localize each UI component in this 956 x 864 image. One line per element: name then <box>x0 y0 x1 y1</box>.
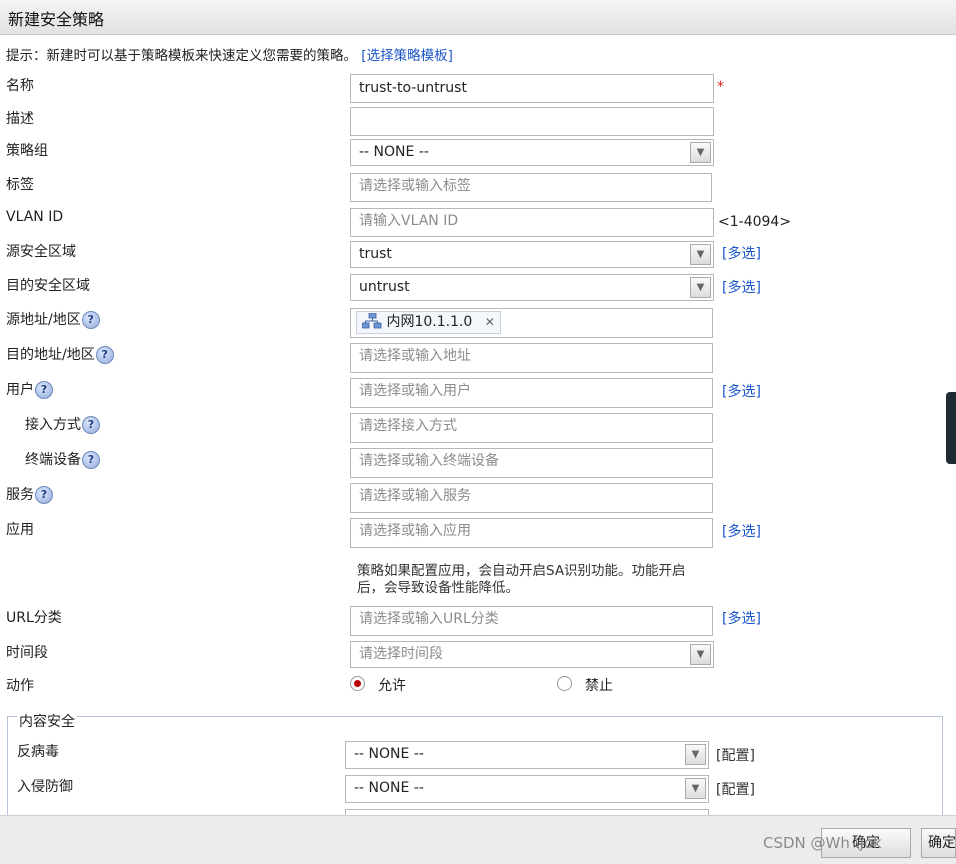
name-label: 名称 <box>6 78 34 94</box>
dst-addr-text: 目的地址/地区 <box>6 347 95 363</box>
chevron-down-icon[interactable]: ▼ <box>690 277 711 298</box>
application-label: 应用 <box>6 522 34 538</box>
src-addr-text: 源地址/地区 <box>6 312 81 328</box>
chevron-down-icon[interactable]: ▼ <box>685 778 706 799</box>
dst-zone-label: 目的安全区域 <box>6 278 90 294</box>
description-label: 描述 <box>6 111 34 127</box>
name-input[interactable]: trust-to-untrust <box>350 74 714 103</box>
help-icon[interactable]: ? <box>35 381 53 399</box>
action-label: 动作 <box>6 678 34 694</box>
vlan-input[interactable]: 请输入VLAN ID <box>350 208 714 237</box>
application-multi-link[interactable]: [多选] <box>722 521 761 541</box>
help-icon[interactable]: ? <box>82 416 100 434</box>
dst-zone-value: untrust <box>359 279 410 295</box>
close-icon[interactable]: ✕ <box>485 315 495 329</box>
allow-label[interactable]: 允许 <box>378 675 406 695</box>
url-label: URL分类 <box>6 610 62 626</box>
ok-button-secondary[interactable]: 确定 <box>921 828 956 858</box>
side-panel-handle[interactable] <box>946 392 956 464</box>
help-icon[interactable]: ? <box>35 486 53 504</box>
application-input[interactable]: 请选择或输入应用 <box>350 518 713 548</box>
ips-select[interactable]: -- NONE -- ▼ <box>345 775 709 803</box>
policy-group-select[interactable]: -- NONE -- ▼ <box>350 139 714 166</box>
url-input[interactable]: 请选择或输入URL分类 <box>350 606 713 636</box>
time-placeholder: 请选择时间段 <box>359 646 443 662</box>
select-template-link[interactable]: [选择策略模板] <box>361 48 453 64</box>
help-icon[interactable]: ? <box>95 346 114 364</box>
help-icon[interactable]: ? <box>82 451 100 469</box>
dialog-titlebar: 新建安全策略 <box>0 0 956 35</box>
access-mode-label: 接入方式? <box>25 414 100 434</box>
tag-label: 标签 <box>6 177 34 193</box>
user-label: 用户? <box>6 379 53 399</box>
src-addr-tag: 内网10.1.1.0 ✕ <box>356 311 501 334</box>
src-addr-label: 源地址/地区? <box>6 309 100 329</box>
ips-label: 入侵防御 <box>17 779 73 795</box>
application-note-line2: 后，会导致设备性能降低。 <box>357 580 519 596</box>
required-mark: * <box>717 79 724 95</box>
antivirus-value: -- NONE -- <box>354 746 424 762</box>
src-zone-label: 源安全区域 <box>6 244 76 260</box>
policy-group-value: -- NONE -- <box>359 144 429 160</box>
vlan-label: VLAN ID <box>6 209 64 225</box>
url-multi-link[interactable]: [多选] <box>722 608 761 628</box>
terminal-label: 终端设备? <box>25 449 100 469</box>
policy-group-label: 策略组 <box>6 143 48 159</box>
deny-label[interactable]: 禁止 <box>585 675 613 695</box>
antivirus-config-link[interactable]: [配置] <box>716 745 755 765</box>
user-multi-link[interactable]: [多选] <box>722 381 761 401</box>
deny-radio[interactable] <box>557 676 572 691</box>
network-icon <box>361 312 382 329</box>
terminal-text: 终端设备 <box>25 452 81 468</box>
vlan-range: <1-4094> <box>718 214 792 230</box>
terminal-input[interactable]: 请选择或输入终端设备 <box>350 448 713 478</box>
service-label: 服务? <box>6 484 53 504</box>
help-icon[interactable]: ? <box>81 311 100 329</box>
src-addr-input[interactable]: 内网10.1.1.0 ✕ <box>350 308 713 338</box>
content-security-legend: 内容安全 <box>17 711 77 731</box>
ips-config-link[interactable]: [配置] <box>716 779 755 799</box>
access-mode-input[interactable]: 请选择接入方式 <box>350 413 713 443</box>
allow-radio[interactable] <box>350 676 365 691</box>
service-input[interactable]: 请选择或输入服务 <box>350 483 713 513</box>
chevron-down-icon[interactable]: ▼ <box>690 244 711 265</box>
src-zone-multi-link[interactable]: [多选] <box>722 243 761 263</box>
time-select[interactable]: 请选择时间段 ▼ <box>350 641 714 668</box>
user-input[interactable]: 请选择或输入用户 <box>350 378 713 408</box>
tag-input[interactable]: 请选择或输入标签 <box>350 173 712 202</box>
ips-value: -- NONE -- <box>354 780 424 796</box>
access-mode-text: 接入方式 <box>25 417 81 433</box>
dst-zone-multi-link[interactable]: [多选] <box>722 277 761 297</box>
user-text: 用户 <box>6 382 34 398</box>
hint-message: 提示：新建时可以基于策略模板来快速定义您需要的策略。 <box>6 48 357 64</box>
src-addr-tag-label: 内网10.1.1.0 <box>386 314 473 330</box>
chevron-down-icon[interactable]: ▼ <box>690 142 711 163</box>
dialog-title: 新建安全策略 <box>8 10 105 29</box>
chevron-down-icon[interactable]: ▼ <box>685 744 706 765</box>
hint-text: 提示：新建时可以基于策略模板来快速定义您需要的策略。 [选择策略模板] <box>6 44 453 64</box>
dst-addr-label: 目的地址/地区? <box>6 344 114 364</box>
dst-zone-select[interactable]: untrust ▼ <box>350 274 714 301</box>
src-zone-select[interactable]: trust ▼ <box>350 241 714 268</box>
chevron-down-icon[interactable]: ▼ <box>690 644 711 665</box>
antivirus-select[interactable]: -- NONE -- ▼ <box>345 741 709 769</box>
watermark: CSDN @Wh \jok <box>763 834 882 852</box>
antivirus-label: 反病毒 <box>17 744 59 760</box>
time-label: 时间段 <box>6 645 48 661</box>
description-input[interactable] <box>350 107 714 136</box>
service-text: 服务 <box>6 487 34 503</box>
dst-addr-input[interactable]: 请选择或输入地址 <box>350 343 713 373</box>
src-zone-value: trust <box>359 246 392 262</box>
